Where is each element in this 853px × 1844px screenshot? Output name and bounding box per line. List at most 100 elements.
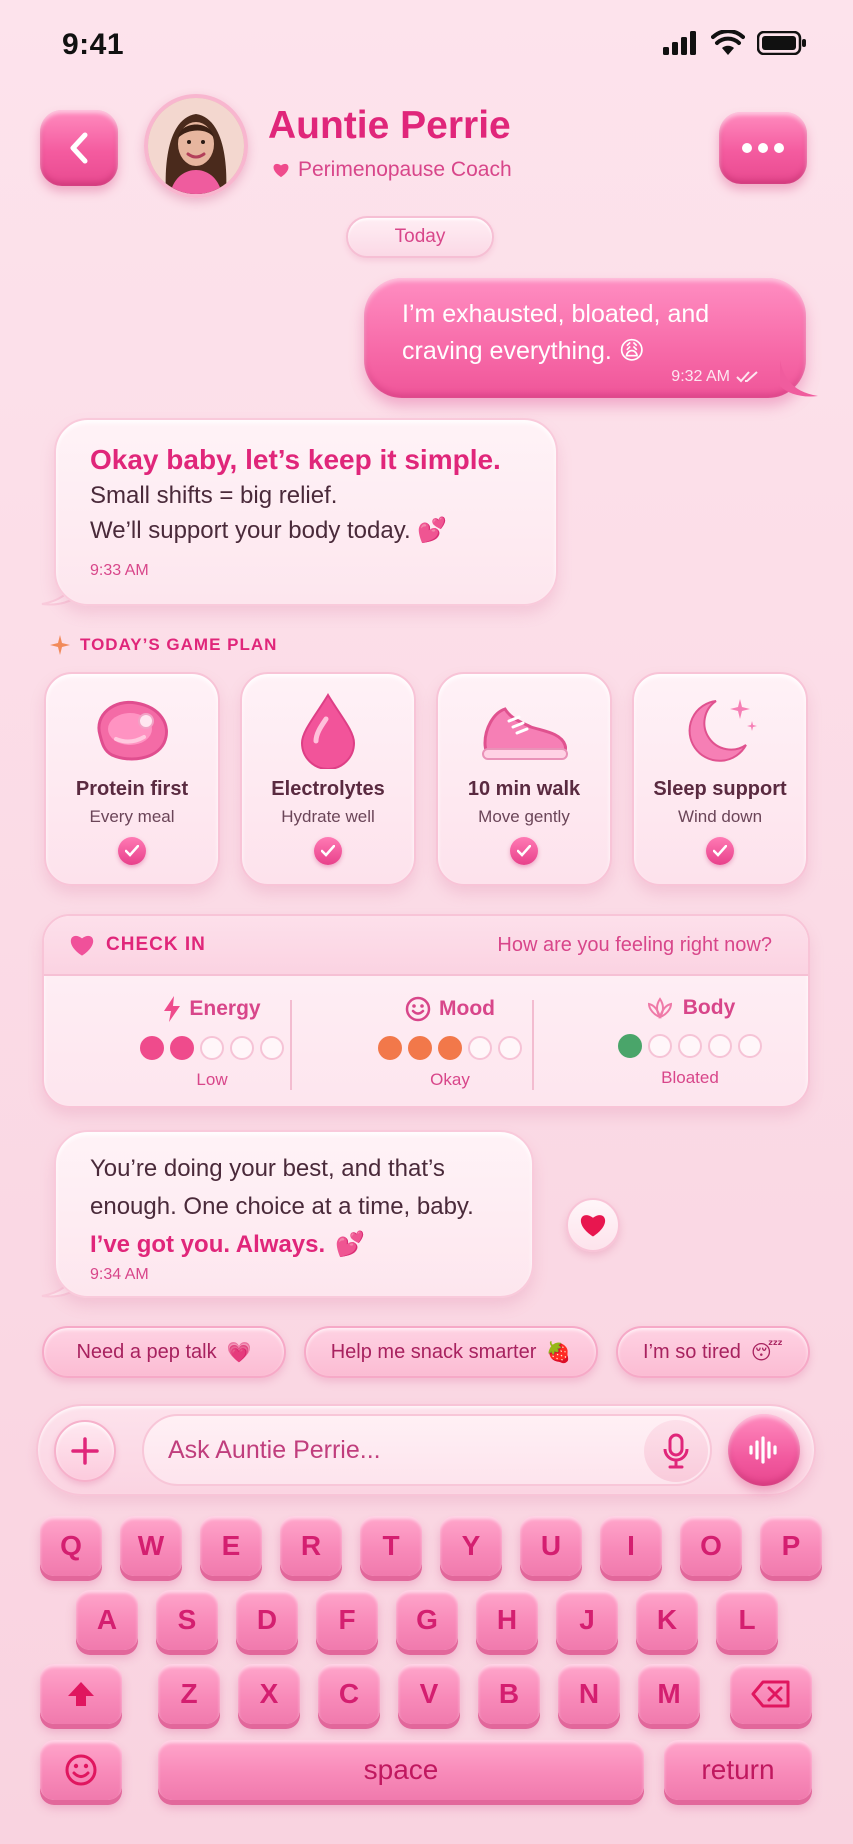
rating-dot-filled[interactable] (408, 1036, 432, 1060)
shift-key[interactable] (40, 1664, 122, 1724)
rating-dot-empty[interactable] (468, 1036, 492, 1060)
rating-dots[interactable] (140, 1036, 284, 1060)
backspace-key[interactable] (730, 1664, 812, 1724)
key-r[interactable]: R (280, 1516, 342, 1576)
key-a[interactable]: A (76, 1590, 138, 1650)
rating-dot-empty[interactable] (708, 1034, 732, 1058)
back-button[interactable] (40, 110, 118, 186)
key-i[interactable]: I (600, 1516, 662, 1576)
metric-energy[interactable]: Energy Low (92, 996, 332, 1090)
rating-dots[interactable] (618, 1034, 762, 1058)
plan-card-walk[interactable]: 10 min walk Move gently (436, 672, 612, 886)
lightning-icon (164, 996, 181, 1022)
user-bubble-tail (780, 360, 818, 397)
plan-subtitle: Wind down (677, 807, 763, 826)
key-d[interactable]: D (236, 1590, 298, 1650)
message-input[interactable]: Ask Auntie Perrie... (142, 1414, 712, 1486)
plan-card-electrolytes[interactable]: Electrolytes Hydrate well (240, 672, 416, 886)
metric-name: Body (682, 996, 736, 1019)
game-plan-label-text: TODAY’S GAME PLAN (80, 635, 278, 654)
rating-dot-filled[interactable] (140, 1036, 164, 1060)
rating-dot-empty[interactable] (260, 1036, 284, 1060)
emoji-key[interactable] (40, 1740, 122, 1800)
coach-message-affirmation: I’ve got you. Always. 💕 (90, 1226, 498, 1264)
wifi-icon (711, 30, 745, 55)
plan-card-sleep[interactable]: Sleep support Wind down (632, 672, 808, 886)
key-s[interactable]: S (156, 1590, 218, 1650)
key-b[interactable]: B (478, 1664, 540, 1724)
key-q[interactable]: Q (40, 1516, 102, 1576)
key-w[interactable]: W (120, 1516, 182, 1576)
voice-mode-button[interactable] (728, 1414, 800, 1486)
key-l[interactable]: L (716, 1590, 778, 1650)
more-options-button[interactable] (719, 112, 807, 184)
rating-dot-empty[interactable] (648, 1034, 672, 1058)
key-k[interactable]: K (636, 1590, 698, 1650)
user-message-time: 9:32 AM (671, 368, 730, 385)
status-icons (663, 30, 807, 56)
key-u[interactable]: U (520, 1516, 582, 1576)
waveform-icon (749, 1436, 777, 1464)
quick-reply-pep-talk[interactable]: Need a pep talk 💗 (42, 1326, 286, 1378)
key-m[interactable]: M (638, 1664, 700, 1724)
affirmation-emoji: 💕 (335, 1231, 366, 1258)
key-f[interactable]: F (316, 1590, 378, 1650)
coach-message-bubble[interactable]: You’re doing your best, and that’s enoug… (54, 1130, 534, 1298)
key-z[interactable]: Z (158, 1664, 220, 1724)
game-plan-label: TODAY’S GAME PLAN (50, 635, 277, 655)
key-h[interactable]: H (476, 1590, 538, 1650)
quick-reply-tired[interactable]: I’m so tired 😴 (616, 1326, 810, 1378)
rating-dot-filled[interactable] (618, 1034, 642, 1058)
return-key[interactable]: return (664, 1740, 812, 1800)
key-j[interactable]: J (556, 1590, 618, 1650)
affirmation-text: I’ve got you. Always. (90, 1231, 326, 1258)
key-o[interactable]: O (680, 1516, 742, 1576)
coach-message-line-2: We’ll support your body today. 💕 (90, 517, 448, 544)
key-t[interactable]: T (360, 1516, 422, 1576)
add-attachment-button[interactable] (54, 1420, 116, 1482)
quick-reply-emoji: 😴 (750, 1341, 783, 1364)
rating-dot-filled[interactable] (170, 1036, 194, 1060)
plan-card-protein[interactable]: Protein first Every meal (44, 672, 220, 886)
key-y[interactable]: Y (440, 1516, 502, 1576)
divider (532, 1000, 534, 1090)
plan-subtitle: Every meal (89, 807, 175, 826)
plan-title: Electrolytes (271, 778, 385, 800)
rating-dot-empty[interactable] (230, 1036, 254, 1060)
rating-dot-empty[interactable] (498, 1036, 522, 1060)
metric-mood[interactable]: Mood Okay (330, 996, 570, 1090)
avatar-portrait (148, 98, 244, 194)
avatar[interactable] (144, 94, 248, 198)
key-x[interactable]: X (238, 1664, 300, 1724)
key-n[interactable]: N (558, 1664, 620, 1724)
metric-body[interactable]: Body Bloated (570, 996, 808, 1088)
metric-label: Low (196, 1070, 228, 1089)
quick-reply-label: Need a pep talk (76, 1340, 217, 1363)
rating-dots[interactable] (378, 1036, 522, 1060)
rating-dot-empty[interactable] (678, 1034, 702, 1058)
plan-title: Protein first (75, 778, 189, 800)
plan-title: 10 min walk (467, 778, 581, 800)
coach-message-bubble[interactable]: Okay baby, let’s keep it simple. Small s… (54, 418, 558, 606)
check-icon (314, 837, 342, 865)
rating-dot-empty[interactable] (738, 1034, 762, 1058)
key-v[interactable]: V (398, 1664, 460, 1724)
heart-reaction-button[interactable] (566, 1198, 620, 1252)
space-key[interactable]: space (158, 1740, 644, 1800)
quick-reply-snack[interactable]: Help me snack smarter 🍓 (304, 1326, 598, 1378)
key-e[interactable]: E (200, 1516, 262, 1576)
user-message-line-1: I’m exhausted, bloated, and (402, 300, 710, 328)
check-in-question: How are you feeling right now? (497, 933, 772, 956)
signal-icon (663, 31, 696, 55)
microphone-button[interactable] (644, 1420, 708, 1482)
rating-dot-filled[interactable] (378, 1036, 402, 1060)
user-message-line-2: craving everything. 😩 (402, 337, 645, 365)
user-message-bubble[interactable]: I’m exhausted, bloated, and craving ever… (364, 278, 806, 398)
key-g[interactable]: G (396, 1590, 458, 1650)
heart-icon (580, 1215, 606, 1237)
key-c[interactable]: C (318, 1664, 380, 1724)
rating-dot-filled[interactable] (438, 1036, 462, 1060)
steak-icon (97, 700, 168, 761)
rating-dot-empty[interactable] (200, 1036, 224, 1060)
key-p[interactable]: P (760, 1516, 822, 1576)
